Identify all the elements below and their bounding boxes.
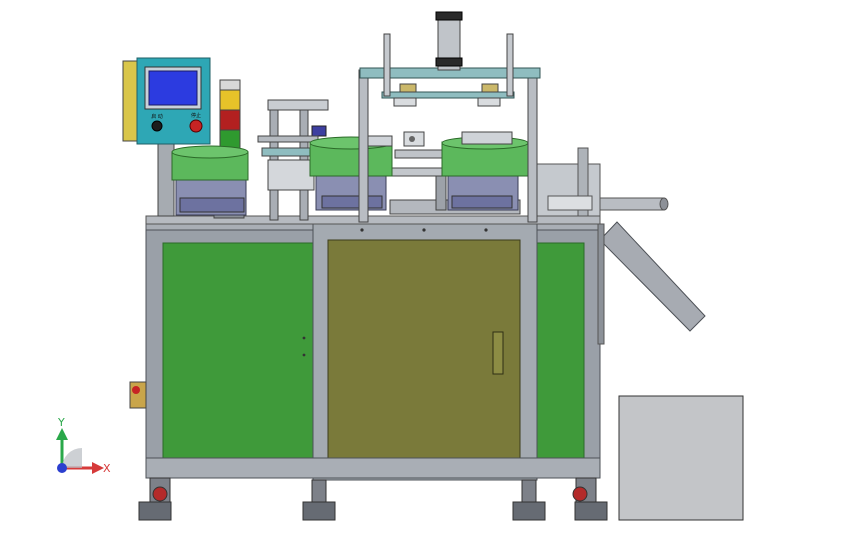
right-feeder-bowl xyxy=(441,131,529,211)
casters xyxy=(138,477,608,521)
door-handle xyxy=(492,331,504,375)
start-knob xyxy=(151,120,163,132)
right-side-panel xyxy=(536,242,585,459)
cad-viewport: 启 动 停止 Y X xyxy=(0,0,867,533)
y-axis-label: Y xyxy=(57,416,65,429)
emergency-stop-button xyxy=(129,381,147,409)
base-cabinet xyxy=(129,221,601,481)
stop-button xyxy=(189,119,203,133)
collection-box xyxy=(618,395,744,521)
x-axis-label: X xyxy=(103,462,111,475)
left-side-panel xyxy=(162,242,314,459)
middle-feeder-bowl xyxy=(309,135,393,211)
left-feeder-bowl xyxy=(171,145,249,216)
center-door xyxy=(327,239,521,467)
stop-label: 停止 xyxy=(191,112,201,119)
machine-drawing: 启 动 停止 Y X xyxy=(56,11,744,521)
start-label: 启 动 xyxy=(151,113,163,120)
coordinate-triad: Y X xyxy=(56,416,111,475)
y-axis-arrow-icon xyxy=(56,428,68,440)
z-axis-dot-icon xyxy=(57,463,67,473)
hmi-screen xyxy=(148,70,198,106)
